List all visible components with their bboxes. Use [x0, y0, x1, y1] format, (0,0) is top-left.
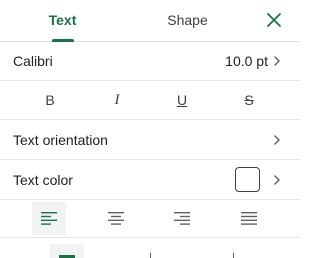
align-bottom-icon[interactable]	[233, 253, 234, 258]
chevron-right-icon	[274, 175, 280, 185]
font-row[interactable]: Calibri 10.0 pt	[0, 41, 300, 81]
close-icon	[267, 13, 281, 27]
text-style-row: B I U S	[0, 80, 300, 120]
align-justify-icon	[241, 212, 257, 225]
align-left-button[interactable]	[32, 202, 66, 235]
align-center-button[interactable]	[99, 202, 133, 235]
tab-text-label: Text	[48, 12, 77, 28]
text-color-label: Text color	[13, 172, 73, 188]
close-button[interactable]	[260, 6, 288, 34]
italic-button[interactable]: I	[97, 85, 137, 115]
tab-text[interactable]: Text	[0, 0, 125, 42]
text-orientation-label: Text orientation	[13, 132, 108, 148]
text-orientation-row[interactable]: Text orientation	[0, 120, 300, 160]
text-color-row[interactable]: Text color	[0, 160, 300, 200]
underline-button[interactable]: U	[162, 85, 202, 115]
tab-shape-label: Shape	[167, 12, 208, 28]
align-center-icon	[108, 212, 124, 225]
tab-bar: Text Shape	[0, 0, 300, 42]
font-size: 10.0 pt	[225, 53, 268, 69]
align-right-icon	[174, 212, 190, 225]
chevron-right-icon	[274, 56, 280, 66]
align-justify-button[interactable]	[232, 202, 266, 235]
text-color-swatch[interactable]	[235, 167, 260, 192]
strikethrough-button[interactable]: S	[229, 85, 269, 115]
text-settings-panel: Text Shape Calibri 10.0 pt B I U S Text …	[0, 0, 300, 258]
font-name: Calibri	[13, 53, 53, 69]
bold-button[interactable]: B	[30, 85, 70, 115]
alignment-row	[0, 200, 300, 238]
tab-shape[interactable]: Shape	[125, 0, 250, 41]
vertical-alignment-row	[0, 238, 300, 258]
chevron-right-icon	[274, 135, 280, 145]
align-top-button[interactable]	[50, 244, 84, 258]
align-left-icon	[41, 212, 57, 225]
align-middle-icon[interactable]	[150, 253, 151, 258]
align-right-button[interactable]	[165, 202, 199, 235]
